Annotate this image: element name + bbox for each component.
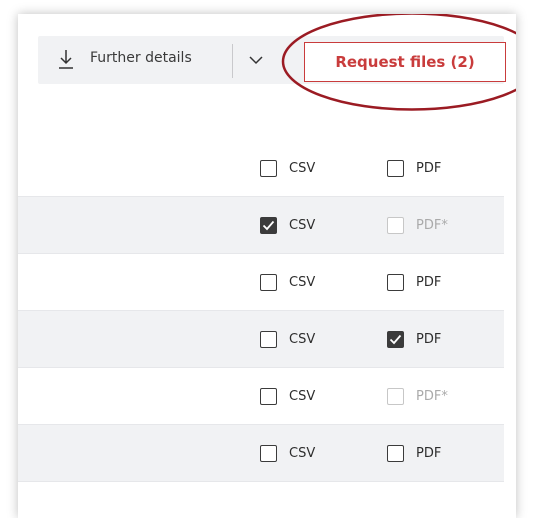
file-row: CSV PDF <box>18 254 504 311</box>
pdf-option[interactable]: PDF <box>387 443 441 463</box>
toolbar: Further details Request files (2) <box>38 36 506 84</box>
pdf-checkbox <box>387 216 404 234</box>
csv-option[interactable]: CSV <box>260 386 315 406</box>
csv-option[interactable]: CSV <box>260 329 315 349</box>
pdf-label: PDF* <box>416 217 448 233</box>
csv-option[interactable]: CSV <box>260 443 315 463</box>
csv-checkbox[interactable] <box>260 387 277 405</box>
further-details-label: Further details <box>90 50 192 66</box>
pdf-label: PDF <box>416 274 442 290</box>
checkmark-icon <box>262 220 275 230</box>
csv-label: CSV <box>289 160 316 176</box>
file-row: CSV PDF <box>18 311 504 368</box>
download-icon <box>59 50 73 69</box>
pdf-option: PDF* <box>387 215 448 235</box>
csv-label: CSV <box>289 445 316 461</box>
csv-checkbox[interactable] <box>260 273 277 291</box>
file-row: CSV PDF <box>18 425 504 482</box>
csv-label: CSV <box>289 217 316 233</box>
file-row: CSV PDF* <box>18 197 504 254</box>
pdf-checkbox[interactable] <box>387 444 404 462</box>
pdf-label: PDF <box>416 160 442 176</box>
csv-option[interactable]: CSV <box>260 272 315 292</box>
further-details-button[interactable]: Further details <box>38 36 232 84</box>
csv-label: CSV <box>289 331 316 347</box>
file-row: CSV PDF <box>18 128 504 197</box>
pdf-label: PDF <box>416 331 442 347</box>
request-files-button[interactable]: Request files (2) <box>304 42 506 82</box>
pdf-option[interactable]: PDF <box>387 272 441 292</box>
toolbar-divider <box>232 44 233 78</box>
pdf-checkbox[interactable] <box>387 330 404 348</box>
csv-option[interactable]: CSV <box>260 215 315 235</box>
csv-checkbox[interactable] <box>260 159 277 177</box>
file-options-list: CSV PDF CSV PDF* CSV PDF CSV PDF CSV PDF* CSV PDF <box>18 128 504 482</box>
csv-checkbox[interactable] <box>260 330 277 348</box>
csv-label: CSV <box>289 274 316 290</box>
checkmark-icon <box>389 334 402 344</box>
csv-option[interactable]: CSV <box>260 158 315 178</box>
pdf-option[interactable]: PDF <box>387 329 441 349</box>
chevron-down-icon[interactable] <box>248 53 264 67</box>
csv-checkbox[interactable] <box>260 216 277 234</box>
pdf-label: PDF <box>416 445 442 461</box>
pdf-label: PDF* <box>416 388 448 404</box>
file-row: CSV PDF* <box>18 368 504 425</box>
file-request-panel: Further details Request files (2) CSV PDF… <box>18 14 516 518</box>
pdf-option: PDF* <box>387 386 448 406</box>
pdf-checkbox <box>387 387 404 405</box>
csv-checkbox[interactable] <box>260 444 277 462</box>
csv-label: CSV <box>289 388 316 404</box>
pdf-checkbox[interactable] <box>387 273 404 291</box>
pdf-option[interactable]: PDF <box>387 158 441 178</box>
pdf-checkbox[interactable] <box>387 159 404 177</box>
